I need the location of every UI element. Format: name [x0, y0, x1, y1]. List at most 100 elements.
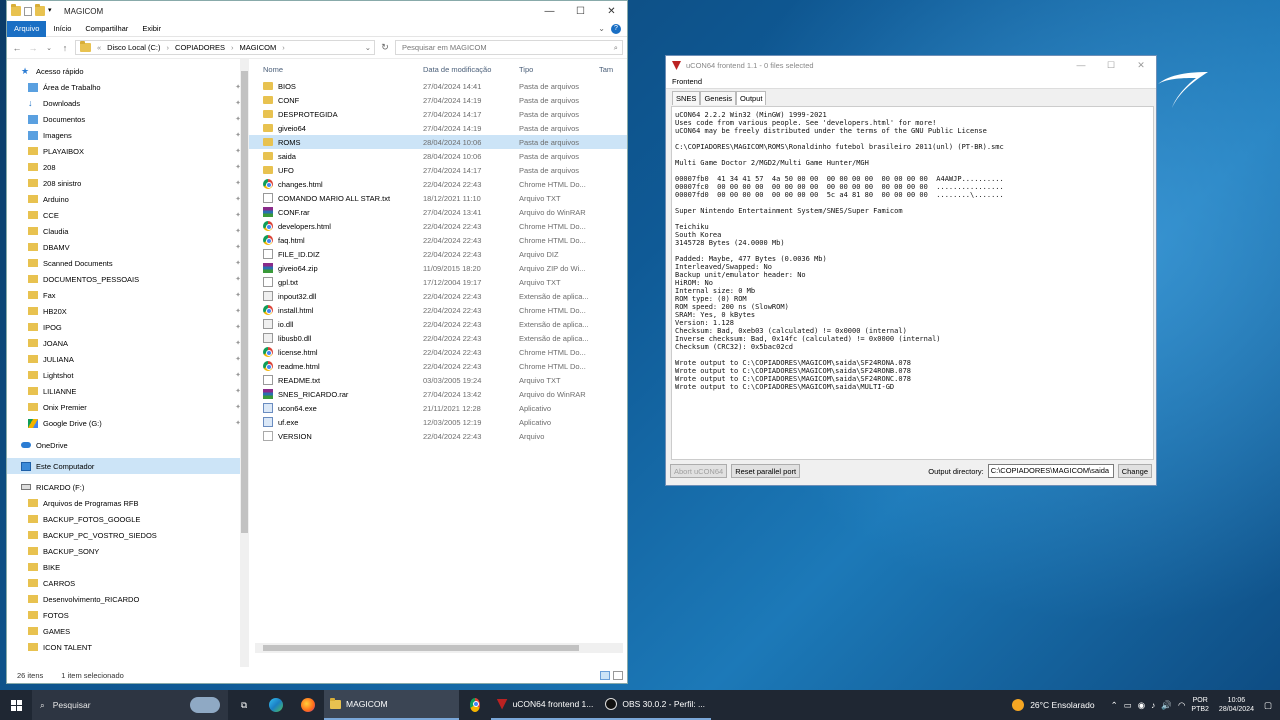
- details-view-icon[interactable]: [600, 670, 610, 680]
- nav-item[interactable]: LILIANNE ✦: [7, 383, 249, 399]
- file-row[interactable]: DESPROTEGIDA 27/04/2024 14:17 Pasta de arq…: [249, 107, 627, 121]
- file-row[interactable]: io.dll 22/04/2024 22:43 Extensão de aplica…: [249, 317, 627, 331]
- change-button[interactable]: Change: [1117, 464, 1152, 478]
- scroll-thumb[interactable]: [263, 645, 579, 651]
- weather-icon[interactable]: [1012, 699, 1025, 711]
- nav-item[interactable]: HB20X ✦: [7, 303, 249, 319]
- nav-item[interactable]: DBAMV ✦: [7, 239, 249, 255]
- nav-item[interactable]: PLAYAIBOX ✦: [7, 143, 249, 159]
- maximize-button[interactable]: ☐: [1096, 60, 1126, 71]
- nav-drive-item[interactable]: GAMES: [7, 623, 249, 639]
- chevron-down-icon[interactable]: ▾: [48, 6, 56, 16]
- recent-chevron-icon[interactable]: ⌄: [43, 44, 55, 52]
- file-row[interactable]: ROMS 28/04/2024 10:06 Pasta de arquivos: [249, 135, 627, 149]
- output-directory-field[interactable]: C:\COPIADORES\MAGICOM\saida: [987, 464, 1114, 478]
- properties-icon[interactable]: [24, 6, 32, 16]
- taskbar-app-explorer[interactable]: MAGICOM: [324, 690, 459, 720]
- mic-icon[interactable]: ♪: [1151, 700, 1155, 710]
- horizontal-scrollbar[interactable]: [255, 643, 623, 653]
- file-row[interactable]: libusb0.dll 22/04/2024 22:43 Extensão de a…: [249, 331, 627, 345]
- nav-drive-item[interactable]: BACKUP_SONY: [7, 543, 249, 559]
- file-row[interactable]: license.html 22/04/2024 22:43 Chrome HTML …: [249, 345, 627, 359]
- col-tamanho[interactable]: Tam: [599, 65, 619, 74]
- firefox-icon[interactable]: [292, 690, 324, 720]
- file-row[interactable]: CONF.rar 27/04/2024 13:41 Arquivo do WinRA…: [249, 205, 627, 219]
- breadcrumb-magicom[interactable]: MAGICOM: [240, 43, 277, 52]
- network-icon[interactable]: ▭: [1124, 700, 1132, 711]
- tab-compartilhar[interactable]: Compartilhar: [78, 21, 135, 37]
- address-bar[interactable]: « Disco Local (C:) › COPIADORES › MAGICO…: [75, 40, 375, 55]
- file-row[interactable]: faq.html 22/04/2024 22:43 Chrome HTML Do..…: [249, 233, 627, 247]
- nav-item[interactable]: CCE ✦: [7, 207, 249, 223]
- nav-item[interactable]: Fax ✦: [7, 287, 249, 303]
- file-row[interactable]: ucon64.exe 21/11/2021 12:28 Aplicativo: [249, 401, 627, 415]
- tiles-view-icon[interactable]: [613, 670, 623, 680]
- expand-ribbon-icon[interactable]: ⌄: [598, 24, 605, 33]
- weather-label[interactable]: 26°C Ensolarado: [1030, 700, 1094, 710]
- nav-item[interactable]: Documentos ✦: [7, 111, 249, 127]
- nav-this-pc[interactable]: Este Computador: [7, 458, 249, 474]
- nav-item[interactable]: Claudia ✦: [7, 223, 249, 239]
- tab-genesis[interactable]: Genesis: [700, 91, 736, 105]
- nav-item[interactable]: ↓ Downloads ✦: [7, 95, 249, 111]
- up-arrow-icon[interactable]: ↑: [59, 43, 71, 53]
- nav-onedrive[interactable]: OneDrive: [7, 437, 249, 453]
- nav-item[interactable]: 208 ✦: [7, 159, 249, 175]
- file-row[interactable]: UFO 27/04/2024 14:17 Pasta de arquivos: [249, 163, 627, 177]
- nav-drive-item[interactable]: FOTOS: [7, 607, 249, 623]
- taskbar-app-obs[interactable]: OBS 30.0.2 - Perfil: ...: [599, 690, 712, 720]
- nav-item[interactable]: Imagens ✦: [7, 127, 249, 143]
- file-row[interactable]: install.html 22/04/2024 22:43 Chrome HTML …: [249, 303, 627, 317]
- nav-drive-item[interactable]: Arquivos de Programas RFB: [7, 495, 249, 511]
- tab-output[interactable]: Output: [735, 91, 767, 105]
- nav-item[interactable]: JOANA ✦: [7, 335, 249, 351]
- nav-item[interactable]: Área de Trabalho ✦: [7, 79, 249, 95]
- file-row[interactable]: gpl.txt 17/12/2004 19:17 Arquivo TXT: [249, 275, 627, 289]
- nav-item[interactable]: Scanned Documents ✦: [7, 255, 249, 271]
- file-row[interactable]: CONF 27/04/2024 14:19 Pasta de arquivos: [249, 93, 627, 107]
- file-row[interactable]: inpout32.dll 22/04/2024 22:43 Extensão de …: [249, 289, 627, 303]
- new-folder-icon[interactable]: [35, 4, 45, 16]
- close-button[interactable]: ✕: [596, 6, 627, 17]
- file-row[interactable]: readme.html 22/04/2024 22:43 Chrome HTML D…: [249, 359, 627, 373]
- reset-parallel-port-button[interactable]: Reset parallel port: [731, 464, 801, 478]
- taskbar-app-ucon64[interactable]: uCON64 frontend 1...: [490, 690, 600, 720]
- nav-drive-item[interactable]: CARROS: [7, 575, 249, 591]
- file-row[interactable]: FILE_ID.DIZ 22/04/2024 22:43 Arquivo DIZ: [249, 247, 627, 261]
- nav-drive-item[interactable]: BACKUP_PC_VOSTRO_SIEDOS: [7, 527, 249, 543]
- abort-button[interactable]: Abort uCON64: [670, 464, 728, 478]
- file-row[interactable]: BIOS 27/04/2024 14:41 Pasta de arquivos: [249, 79, 627, 93]
- tab-snes[interactable]: SNES: [672, 91, 701, 105]
- nav-item[interactable]: DOCUMENTOS_PESSOAIS ✦: [7, 271, 249, 287]
- file-row[interactable]: changes.html 22/04/2024 22:43 Chrome HTML …: [249, 177, 627, 191]
- refresh-icon[interactable]: ↻: [379, 42, 391, 53]
- tab-exibir[interactable]: Exibir: [135, 21, 168, 37]
- output-console[interactable]: uCON64 2.2.2 Win32 (MinGW) 1999-2021 Use…: [671, 106, 1154, 460]
- nav-drive-item[interactable]: BACKUP_FOTOS_GOOGLE: [7, 511, 249, 527]
- minimize-button[interactable]: —: [1066, 60, 1096, 71]
- tab-inicio[interactable]: Início: [46, 21, 78, 37]
- start-button[interactable]: [0, 690, 32, 720]
- file-row[interactable]: README.txt 03/03/2005 19:24 Arquivo TXT: [249, 373, 627, 387]
- breadcrumb-disk[interactable]: Disco Local (C:): [107, 43, 160, 52]
- maximize-button[interactable]: ☐: [565, 6, 596, 17]
- file-row[interactable]: uf.exe 12/03/2005 12:19 Aplicativo: [249, 415, 627, 429]
- nav-item[interactable]: IPOG ✦: [7, 319, 249, 335]
- col-data[interactable]: Data de modificação: [423, 65, 519, 74]
- breadcrumb-copiadores[interactable]: COPIADORES: [175, 43, 225, 52]
- language-indicator[interactable]: POR PTB2: [1191, 696, 1209, 714]
- scroll-thumb[interactable]: [241, 71, 248, 533]
- close-button[interactable]: ✕: [1126, 60, 1156, 71]
- camera-icon[interactable]: ◉: [1138, 700, 1145, 711]
- task-view-icon[interactable]: ⧉: [228, 690, 260, 720]
- file-row[interactable]: developers.html 22/04/2024 22:43 Chrome HT…: [249, 219, 627, 233]
- address-dropdown-icon[interactable]: ⌄: [365, 43, 371, 52]
- nav-drive-item[interactable]: BIKE: [7, 559, 249, 575]
- volume-icon[interactable]: 🔊: [1161, 700, 1172, 711]
- tab-arquivo[interactable]: Arquivo: [7, 20, 47, 37]
- edge-icon[interactable]: [260, 690, 292, 720]
- file-row[interactable]: COMANDO MARIO ALL STAR.txt 18/12/2021 11:…: [249, 191, 627, 205]
- nav-scrollbar[interactable]: [240, 59, 249, 667]
- clock[interactable]: 10:06 28/04/2024: [1219, 696, 1254, 714]
- wifi-icon[interactable]: ◠: [1178, 700, 1185, 711]
